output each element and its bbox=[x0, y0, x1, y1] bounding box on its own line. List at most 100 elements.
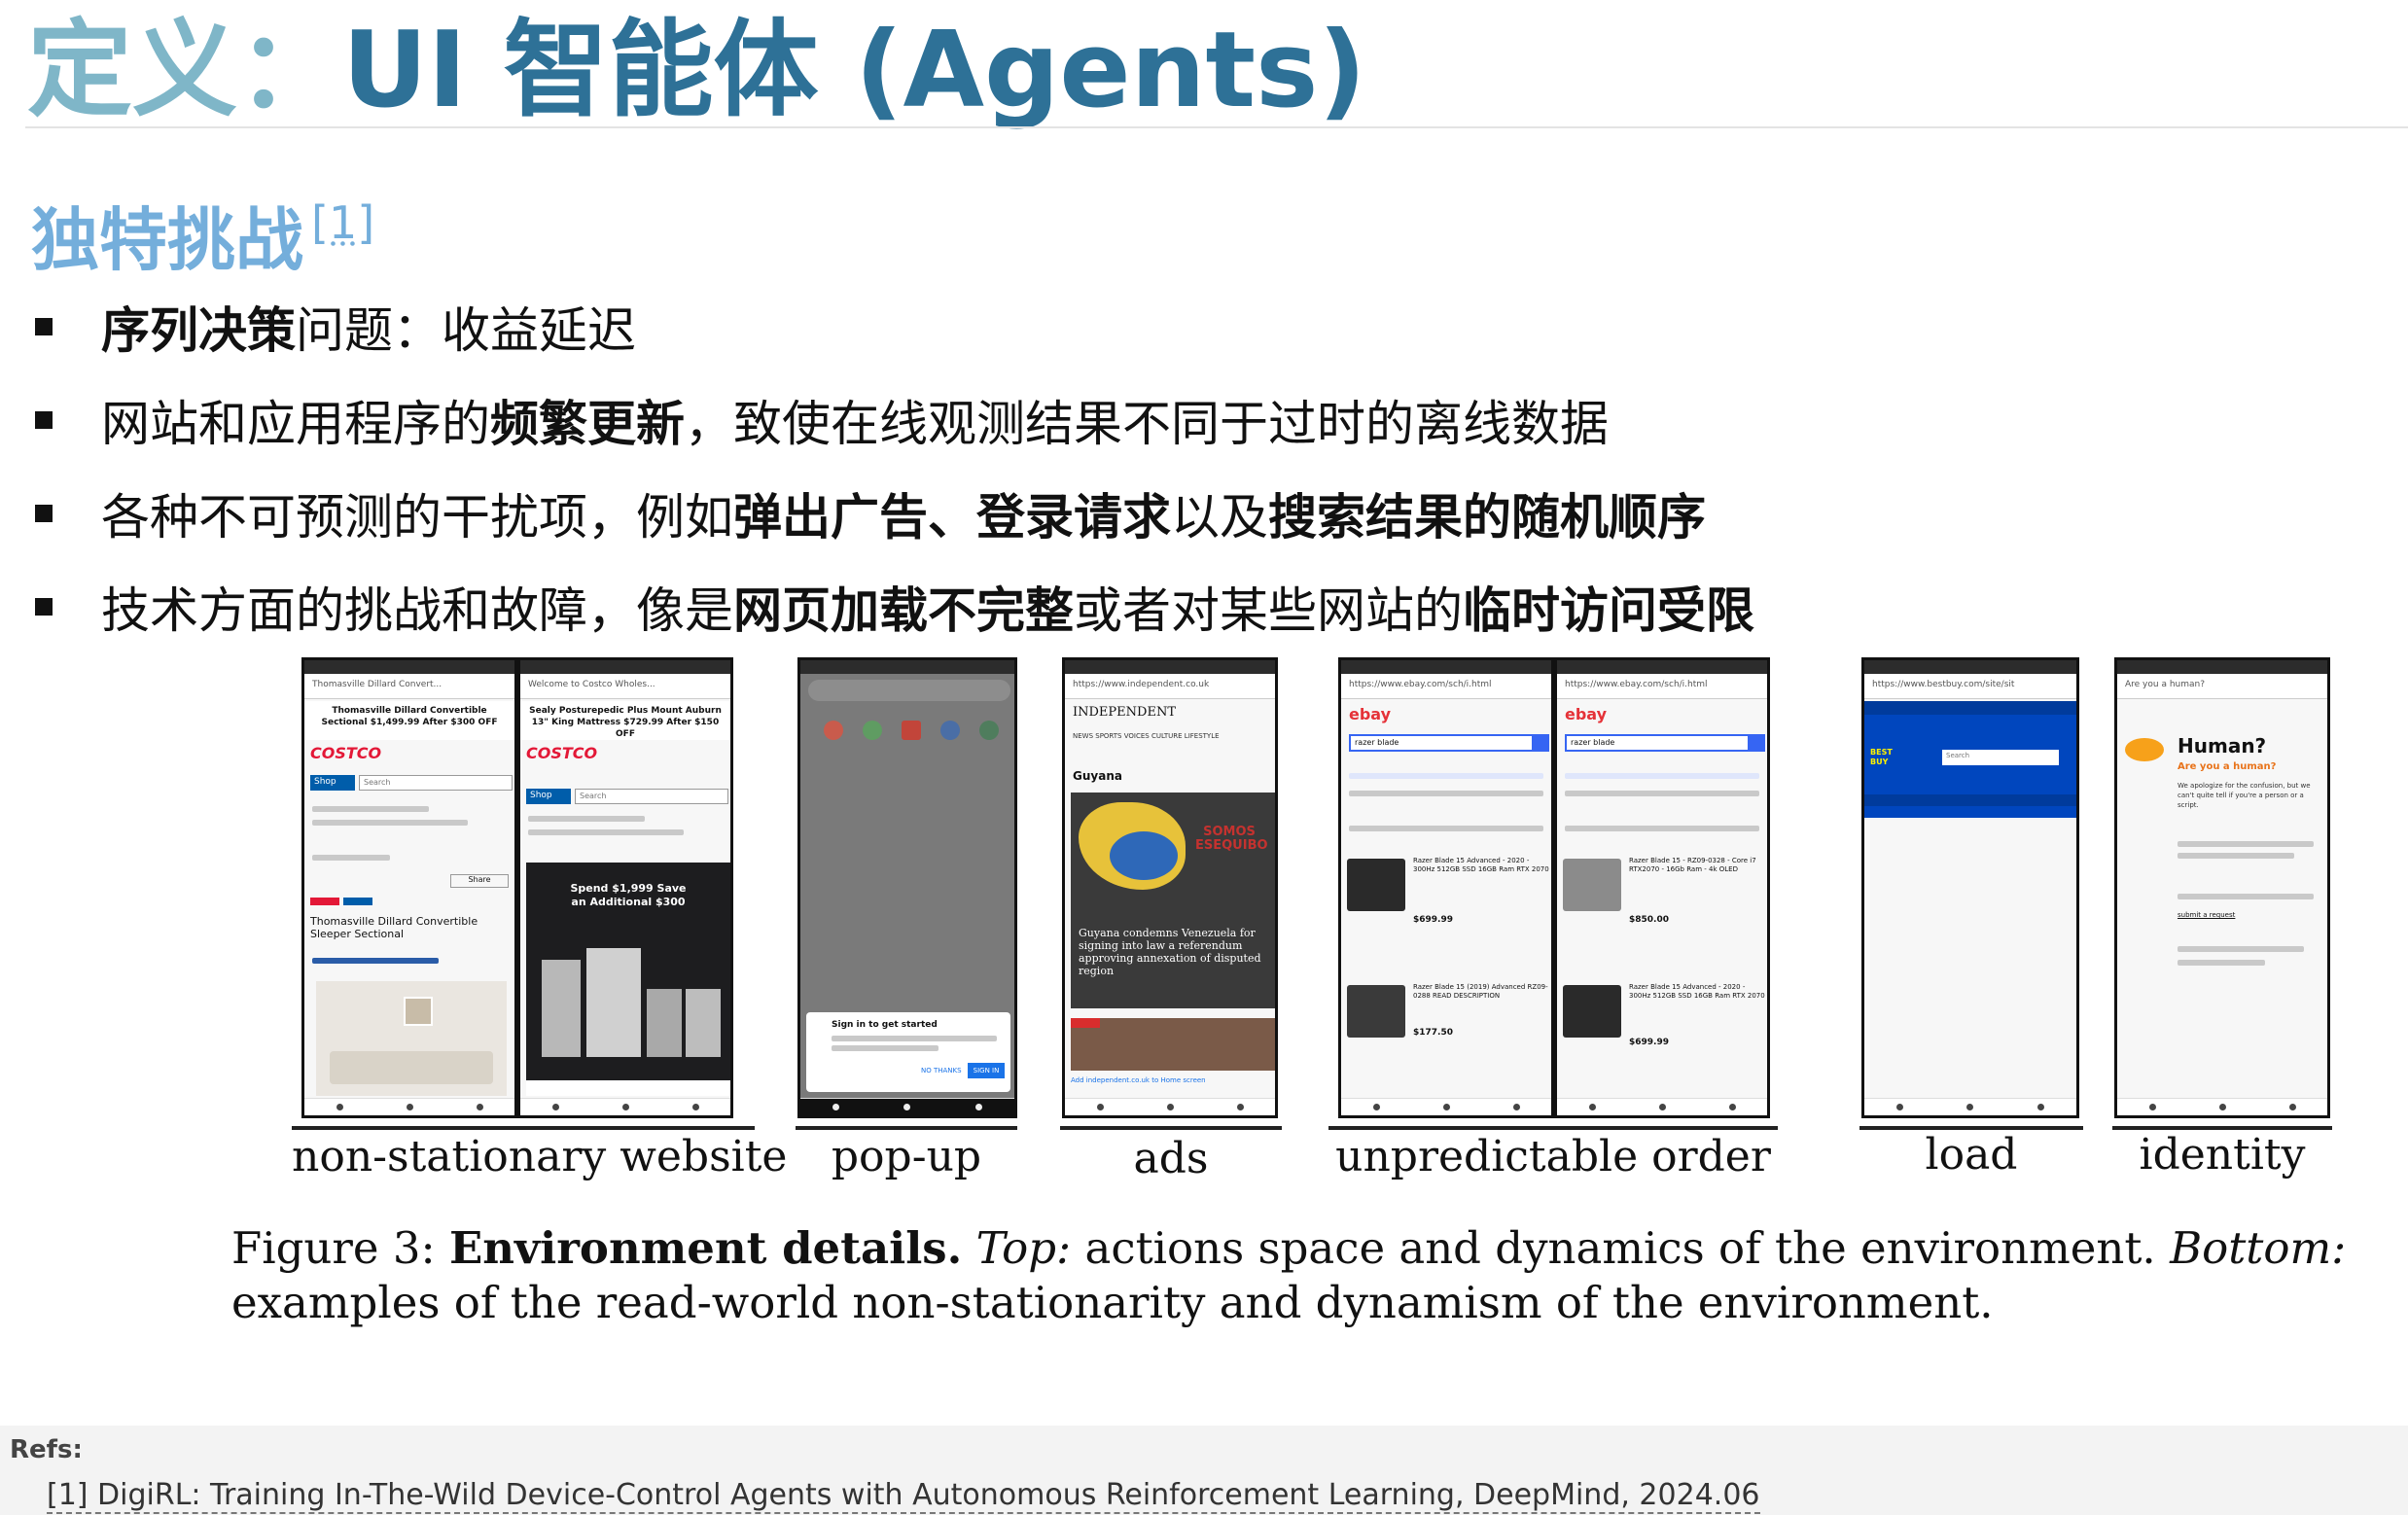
figure-caption-top-label: Top: bbox=[975, 1222, 1072, 1274]
challenge-emphasis: 频繁更新 bbox=[490, 396, 685, 452]
status-bar bbox=[800, 660, 1014, 674]
figure-caption: Figure 3: Environment details. Top: acti… bbox=[231, 1221, 2400, 1330]
identity-heading: Human? bbox=[2178, 734, 2267, 758]
signin-title: Sign in to get started bbox=[832, 1020, 938, 1030]
references-label: Refs: bbox=[10, 1435, 83, 1464]
section-label: Guyana bbox=[1073, 769, 1122, 783]
citation-link[interactable]: [1] bbox=[311, 196, 374, 249]
bestbuy-header: BEST BUY Search bbox=[1864, 701, 2076, 818]
challenge-text: ，致使在线观测结果不同于过时的离线数据 bbox=[685, 396, 1609, 452]
identity-link: submit a request bbox=[2178, 911, 2236, 919]
shop-button: Shop bbox=[526, 789, 571, 804]
screenshot-ads: https://www.independent.co.uk INDEPENDEN… bbox=[1062, 657, 1278, 1118]
costco-logo: COSTCO bbox=[526, 744, 598, 762]
challenge-emphasis: 序列决策 bbox=[101, 302, 296, 359]
sofa-image bbox=[316, 981, 507, 1096]
identity-body: We apologize for the confusion, but we c… bbox=[2178, 782, 2311, 809]
screenshot-costco-1: Thomasville Dillard Convert... Thomasvil… bbox=[301, 657, 517, 1118]
challenge-item: 各种不可预测的干扰项，例如 弹出广告、登录请求 以及 搜索结果的随机顺序 bbox=[35, 467, 2369, 560]
reference-link[interactable]: [1] DigiRL: Training In-The-Wild Device-… bbox=[47, 1478, 1760, 1514]
search-field: razer blade bbox=[1565, 734, 1750, 752]
status-bar bbox=[2117, 660, 2327, 674]
laptop-image bbox=[1563, 985, 1621, 1038]
status-bar bbox=[520, 660, 730, 674]
slide-title: 定义：UI 智能体 (Agents) bbox=[27, 8, 1366, 134]
listing-price: $699.99 bbox=[1413, 915, 1453, 925]
search-field: Search bbox=[1942, 750, 2059, 765]
ad-slogan: SOMOS ESEQUIBO bbox=[1195, 825, 1268, 853]
listing-title: Razer Blade 15 - RZ09-0328 - Core i7 RTX… bbox=[1629, 857, 1756, 873]
laptop-image bbox=[1563, 859, 1621, 911]
caption-identity: identity bbox=[2139, 1130, 2306, 1180]
title-divider bbox=[25, 126, 2408, 128]
figure-caption-bottom-label: Bottom: bbox=[2170, 1222, 2347, 1274]
challenge-item: 技术方面的挑战和故障，像是 网页加载不完整 或者对某些网站的 临时访问受限 bbox=[35, 560, 2369, 653]
figure-caption-top-text: actions space and dynamics of the enviro… bbox=[1084, 1222, 2156, 1274]
reference-item[interactable]: [1] DigiRL: Training In-The-Wild Device-… bbox=[47, 1478, 1760, 1514]
challenge-item: 网站和应用程序的 频繁更新 ，致使在线观测结果不同于过时的离线数据 bbox=[35, 373, 2369, 467]
screenshot-popup: Sign in to get started NO THANKS SIGN IN bbox=[797, 657, 1017, 1118]
screenshot-load: https://www.bestbuy.com/site/sit BEST BU… bbox=[1861, 657, 2079, 1118]
laptop-image bbox=[1347, 859, 1405, 911]
url-bar: https://www.ebay.com/sch/i.html bbox=[1341, 674, 1551, 699]
url-bar: https://www.independent.co.uk bbox=[1065, 674, 1275, 699]
share-button: Share bbox=[450, 874, 509, 888]
challenge-text: 或者对某些网站的 bbox=[1074, 582, 1463, 639]
promo-banner: Thomasville Dillard Convertible Sectiona… bbox=[304, 701, 514, 740]
challenge-text: 以及 bbox=[1171, 489, 1268, 546]
product-title: Thomasville Dillard Convertible Sleeper … bbox=[310, 915, 478, 940]
bullet-marker bbox=[35, 505, 53, 522]
signin-button: SIGN IN bbox=[968, 1063, 1005, 1078]
news-image: SOMOS ESEQUIBO Guyana condemns Venezuela… bbox=[1071, 793, 1275, 1008]
figure-caption-bold: Environment details. bbox=[448, 1222, 963, 1274]
url-bar: Thomasville Dillard Convert... bbox=[304, 674, 514, 699]
listing-price: $850.00 bbox=[1629, 915, 1669, 925]
ad-banner-image bbox=[1071, 1018, 1275, 1071]
section-heading-text: 独特挑战 bbox=[31, 200, 303, 280]
status-bar bbox=[1341, 660, 1551, 674]
independent-logo: INDEPENDENT bbox=[1073, 705, 1176, 720]
site-nav: NEWS SPORTS VOICES CULTURE LIFESTYLE bbox=[1073, 732, 1220, 740]
search-field: Search bbox=[359, 775, 513, 791]
screenshot-identity: Are you a human? Human? Are you a human?… bbox=[2114, 657, 2330, 1118]
section-heading: 独特挑战 [1] bbox=[31, 181, 374, 282]
caption-ads: ads bbox=[1133, 1134, 1209, 1183]
listing-title: Razer Blade 15 Advanced - 2020 - 300Hz 5… bbox=[1413, 857, 1549, 873]
url-bar: Welcome to Costco Wholes... bbox=[520, 674, 730, 699]
bullet-marker bbox=[35, 318, 53, 335]
challenge-emphasis: 搜索结果的随机顺序 bbox=[1268, 489, 1706, 546]
challenge-emphasis: 临时访问受限 bbox=[1463, 582, 1754, 639]
url-bar: https://www.bestbuy.com/site/sit bbox=[1864, 674, 2076, 699]
home-screen-prompt: Add independent.co.uk to Home screen bbox=[1071, 1076, 1206, 1084]
caption-load: load bbox=[1925, 1130, 2018, 1180]
signin-dialog: Sign in to get started NO THANKS SIGN IN bbox=[806, 1012, 1010, 1092]
ebay-logo: ebay bbox=[1349, 705, 1392, 723]
screenshot-ebay-2: https://www.ebay.com/sch/i.html ebay raz… bbox=[1554, 657, 1770, 1118]
news-headline: Guyana condemns Venezuela for signing in… bbox=[1079, 927, 1261, 977]
laptop-image bbox=[1347, 985, 1405, 1038]
status-bar bbox=[1864, 660, 2076, 674]
status-bar bbox=[1557, 660, 1767, 674]
identity-subheading: Are you a human? bbox=[2178, 761, 2277, 772]
listing-title: Razer Blade 15 Advanced - 2020 - 300Hz 5… bbox=[1629, 983, 1765, 1000]
listing-price: $177.50 bbox=[1413, 1028, 1453, 1038]
search-field: Search bbox=[575, 789, 728, 804]
bestbuy-logo: BEST BUY bbox=[1870, 748, 1903, 769]
challenge-emphasis: 弹出广告、登录请求 bbox=[733, 489, 1171, 546]
caption-non-stationary: non-stationary website bbox=[292, 1132, 788, 1181]
listing-price: $699.99 bbox=[1629, 1038, 1669, 1047]
promo-banner: Sealy Posturepedic Plus Mount Auburn 13"… bbox=[520, 701, 730, 740]
challenge-item: 序列决策 问题：收益延迟 bbox=[35, 280, 2369, 373]
slide-title-main: UI 智能体 (Agents) bbox=[342, 10, 1366, 131]
challenge-text: 技术方面的挑战和故障，像是 bbox=[101, 582, 733, 639]
caption-unpredictable-order: unpredictable order bbox=[1335, 1132, 1771, 1181]
challenge-emphasis: 网页加载不完整 bbox=[733, 582, 1074, 639]
status-bar bbox=[1065, 660, 1275, 674]
no-thanks-button: NO THANKS bbox=[921, 1067, 962, 1075]
shop-button: Shop bbox=[310, 775, 355, 791]
status-bar bbox=[304, 660, 514, 674]
bullet-marker bbox=[35, 598, 53, 616]
listing-title: Razer Blade 15 (2019) Advanced RZ09-0288… bbox=[1413, 983, 1548, 1000]
slide-title-prefix: 定义： bbox=[27, 10, 343, 131]
costco-logo: COSTCO bbox=[310, 744, 382, 762]
